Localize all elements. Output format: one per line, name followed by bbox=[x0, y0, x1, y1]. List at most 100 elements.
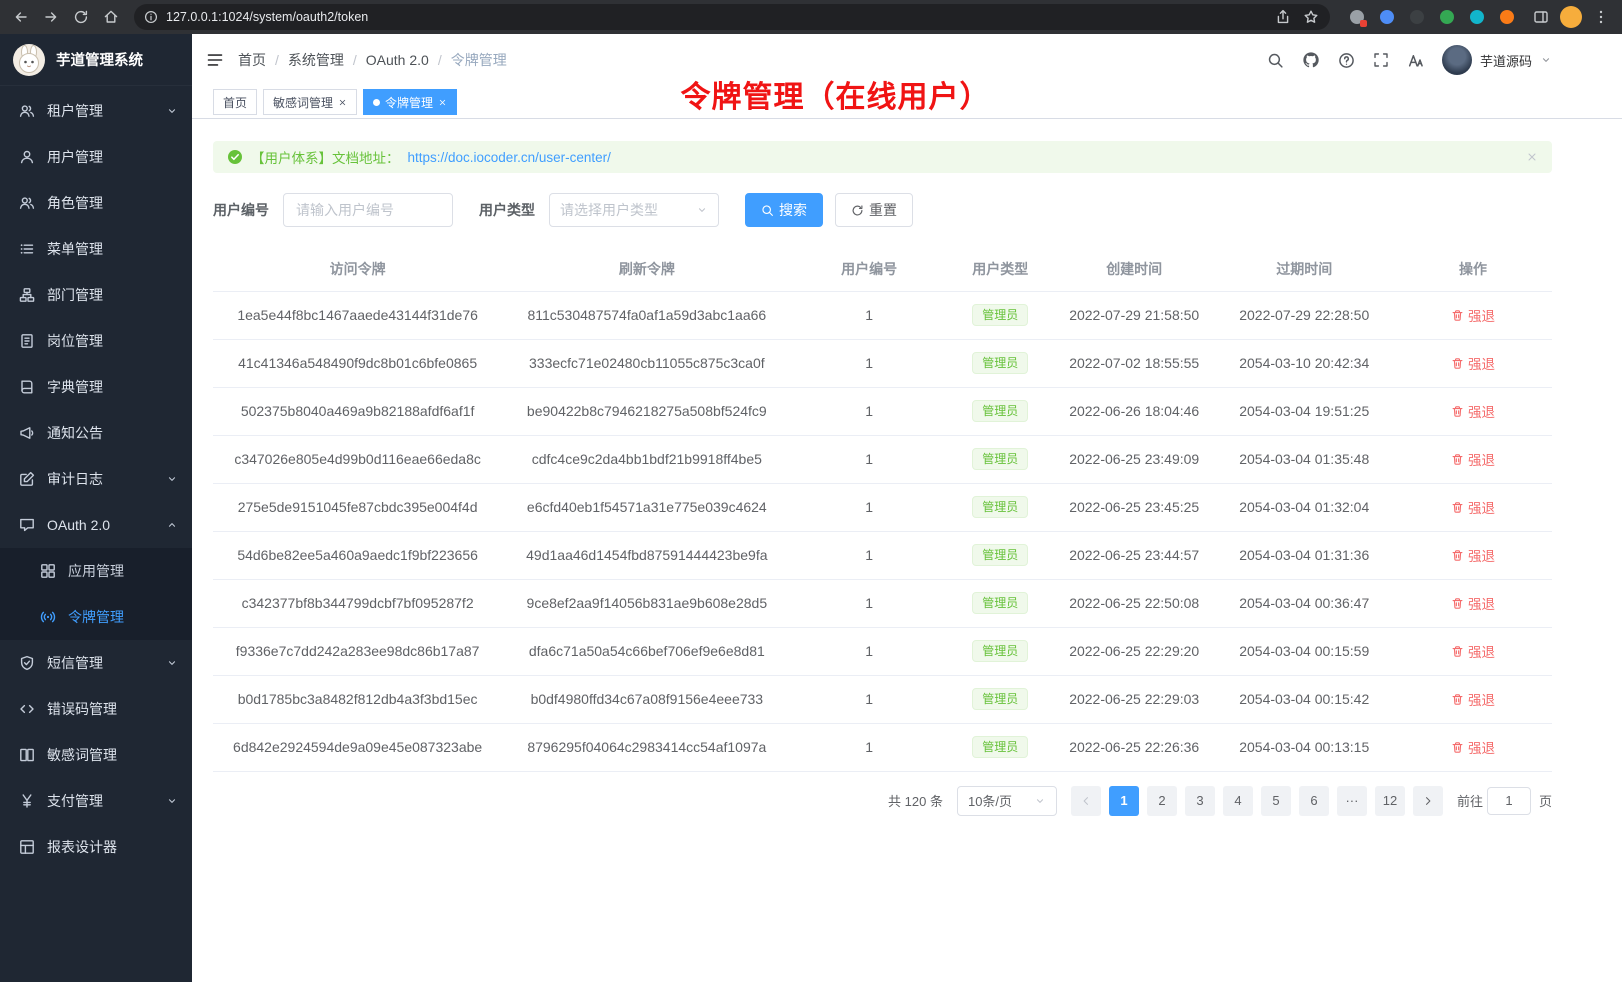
browser-home-button[interactable] bbox=[98, 4, 124, 30]
force-logout-button[interactable]: 强退 bbox=[1451, 641, 1495, 661]
user-id-cell: 1 bbox=[791, 627, 946, 675]
tab-close-icon[interactable] bbox=[438, 98, 447, 107]
sidebar-item-notice[interactable]: 通知公告 bbox=[0, 410, 192, 456]
chevron-down-icon bbox=[696, 204, 708, 216]
browser-menu-button[interactable] bbox=[1588, 4, 1614, 30]
browser-profile-avatar[interactable] bbox=[1558, 4, 1584, 30]
sidebar-item-role[interactable]: 角色管理 bbox=[0, 180, 192, 226]
extension-blue-icon[interactable] bbox=[1376, 6, 1398, 28]
alert-close-icon[interactable] bbox=[1526, 151, 1538, 163]
sidebar-item-report-designer[interactable]: 报表设计器 bbox=[0, 824, 192, 870]
extension-teal-icon[interactable] bbox=[1466, 6, 1488, 28]
user-id-input[interactable] bbox=[283, 193, 453, 227]
force-logout-button[interactable]: 强退 bbox=[1451, 689, 1495, 709]
sidebar-subitem-app-mgmt[interactable]: 应用管理 bbox=[0, 548, 192, 594]
tab-item[interactable]: 首页 bbox=[213, 89, 257, 115]
sidebar-toggle-button[interactable] bbox=[206, 51, 224, 69]
breadcrumb-item[interactable]: 首页 bbox=[238, 50, 266, 70]
expire-time-cell: 2054-03-04 00:13:15 bbox=[1215, 723, 1394, 771]
yen-icon bbox=[19, 793, 35, 809]
extension-orange-icon[interactable] bbox=[1496, 6, 1518, 28]
page-button[interactable]: 1 bbox=[1109, 786, 1139, 816]
users-icon bbox=[19, 195, 35, 211]
page-button[interactable]: 5 bbox=[1261, 786, 1291, 816]
sidebar-item-dict[interactable]: 字典管理 bbox=[0, 364, 192, 410]
site-info-icon[interactable] bbox=[144, 10, 158, 24]
force-logout-button[interactable]: 强退 bbox=[1451, 497, 1495, 517]
sidebar-subitem-token-mgmt[interactable]: 令牌管理 bbox=[0, 594, 192, 640]
refresh-token-cell: 9ce8ef2aa9f14056b831ae9b608e28d5 bbox=[502, 579, 791, 627]
trash-icon bbox=[1451, 693, 1464, 706]
tab-close-icon[interactable] bbox=[338, 98, 347, 107]
page-button[interactable]: 3 bbox=[1185, 786, 1215, 816]
github-icon[interactable] bbox=[1302, 51, 1320, 69]
help-icon[interactable] bbox=[1338, 52, 1355, 69]
sidebar-item-post[interactable]: 岗位管理 bbox=[0, 318, 192, 364]
refresh-token-cell: 8796295f04064c2983414cc54af1097a bbox=[502, 723, 791, 771]
back-icon bbox=[13, 9, 29, 25]
chevleft-icon bbox=[1080, 795, 1092, 807]
search-button[interactable]: 搜索 bbox=[745, 193, 823, 227]
page-button[interactable]: 2 bbox=[1147, 786, 1177, 816]
app-icon bbox=[40, 563, 56, 579]
force-logout-button[interactable]: 强退 bbox=[1451, 545, 1495, 565]
side-panel-icon[interactable] bbox=[1528, 4, 1554, 30]
next-page-button[interactable] bbox=[1413, 786, 1443, 816]
sidebar-item-sms[interactable]: 短信管理 bbox=[0, 640, 192, 686]
tab-item[interactable]: 敏感词管理 bbox=[263, 89, 357, 115]
force-logout-button[interactable]: 强退 bbox=[1451, 353, 1495, 373]
sidebar-item-tenant[interactable]: 租户管理 bbox=[0, 88, 192, 134]
browser-forward-button[interactable] bbox=[38, 4, 64, 30]
sidebar-item-menu[interactable]: 菜单管理 bbox=[0, 226, 192, 272]
search-icon[interactable] bbox=[1267, 52, 1284, 69]
force-logout-button[interactable]: 强退 bbox=[1451, 737, 1495, 757]
extension-dark-icon[interactable] bbox=[1406, 6, 1428, 28]
fullscreen-icon[interactable] bbox=[1373, 52, 1389, 68]
font-size-icon[interactable] bbox=[1407, 52, 1424, 69]
goto-page-input[interactable] bbox=[1487, 787, 1531, 815]
sidebar-item-payment[interactable]: 支付管理 bbox=[0, 778, 192, 824]
access-token-cell: c347026e805e4d99b0d116eae66eda8c bbox=[213, 435, 502, 483]
table-row: 41c41346a548490f9dc8b01c6bfe0865 333ecfc… bbox=[213, 339, 1552, 387]
sidebar-item-oauth2[interactable]: OAuth 2.0 bbox=[0, 502, 192, 548]
profile-avatar-icon bbox=[1560, 6, 1582, 28]
user-type-select[interactable]: 请选择用户类型 bbox=[549, 193, 719, 227]
user-name: 芋道源码 bbox=[1480, 51, 1532, 70]
sidebar-item-dept[interactable]: 部门管理 bbox=[0, 272, 192, 318]
force-logout-button[interactable]: 强退 bbox=[1451, 449, 1495, 469]
more-pages-button[interactable]: ··· bbox=[1337, 786, 1367, 816]
sidebar-item-label: 角色管理 bbox=[47, 193, 103, 213]
prev-page-button[interactable] bbox=[1071, 786, 1101, 816]
table-row: 54d6be82ee5a460a9aedc1f9bf223656 49d1aa4… bbox=[213, 531, 1552, 579]
table-row: c347026e805e4d99b0d116eae66eda8c cdfc4ce… bbox=[213, 435, 1552, 483]
breadcrumb-item[interactable]: OAuth 2.0 bbox=[366, 52, 429, 68]
app-logo[interactable]: 芋道管理系统 bbox=[0, 34, 192, 86]
access-token-cell: 502375b8040a469a9b82188afdf6af1f bbox=[213, 387, 502, 435]
sidebar: 芋道管理系统 租户管理用户管理角色管理菜单管理部门管理岗位管理字典管理通知公告审… bbox=[0, 34, 192, 982]
sidebar-item-error-code[interactable]: 错误码管理 bbox=[0, 686, 192, 732]
tab-item[interactable]: 令牌管理 bbox=[363, 89, 457, 115]
sidebar-item-audit-log[interactable]: 审计日志 bbox=[0, 456, 192, 502]
page-size-select[interactable]: 10条/页 bbox=[957, 786, 1057, 816]
bookmark-star-icon[interactable] bbox=[1298, 4, 1324, 30]
browser-reload-button[interactable] bbox=[68, 4, 94, 30]
reset-button-label: 重置 bbox=[869, 200, 897, 220]
force-logout-button[interactable]: 强退 bbox=[1451, 305, 1495, 325]
page-button[interactable]: 6 bbox=[1299, 786, 1329, 816]
user-menu[interactable]: 芋道源码 bbox=[1442, 45, 1552, 75]
extension-green-icon[interactable] bbox=[1436, 6, 1458, 28]
force-logout-button[interactable]: 强退 bbox=[1451, 401, 1495, 421]
address-bar[interactable]: 127.0.0.1:1024/system/oauth2/token bbox=[134, 4, 1330, 30]
browser-back-button[interactable] bbox=[8, 4, 34, 30]
alert-link[interactable]: https://doc.iocoder.cn/user-center/ bbox=[408, 150, 611, 165]
share-icon[interactable] bbox=[1270, 4, 1296, 30]
page-button[interactable]: 12 bbox=[1375, 786, 1405, 816]
breadcrumb-item[interactable]: 系统管理 bbox=[288, 50, 344, 70]
sidebar-item-sensitive-word[interactable]: 敏感词管理 bbox=[0, 732, 192, 778]
caret-icon bbox=[1540, 54, 1552, 66]
extension-gray-icon[interactable] bbox=[1346, 6, 1368, 28]
sidebar-item-user[interactable]: 用户管理 bbox=[0, 134, 192, 180]
page-button[interactable]: 4 bbox=[1223, 786, 1253, 816]
reset-button[interactable]: 重置 bbox=[835, 193, 913, 227]
force-logout-button[interactable]: 强退 bbox=[1451, 593, 1495, 613]
